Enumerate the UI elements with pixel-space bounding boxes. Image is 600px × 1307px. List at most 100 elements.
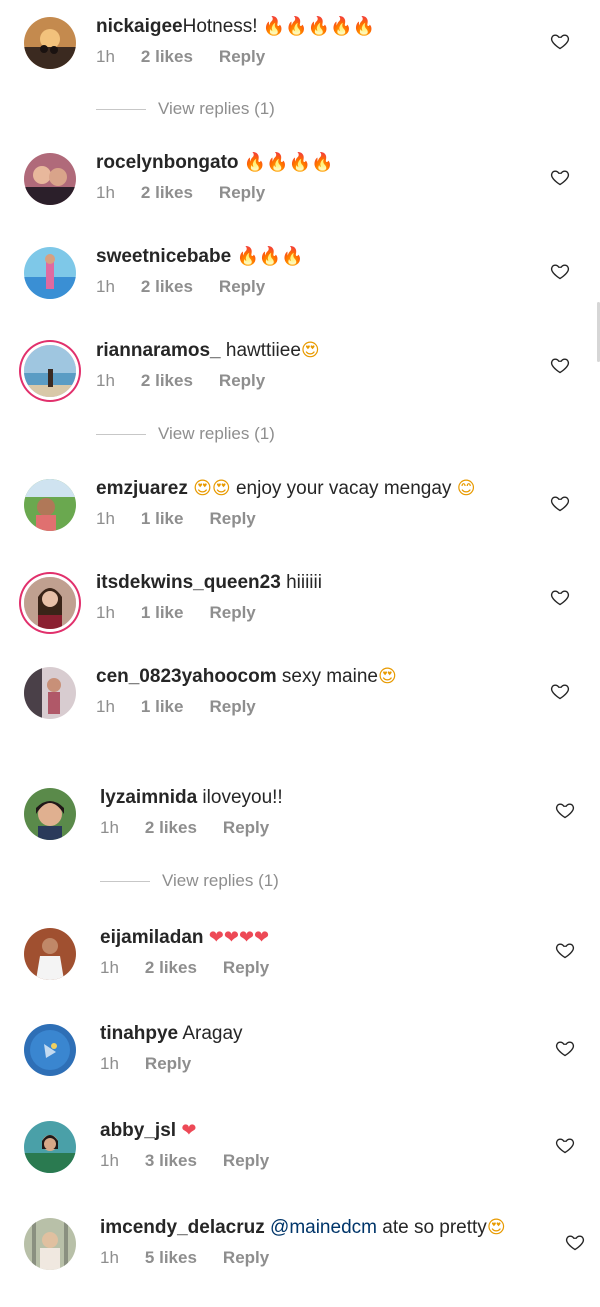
avatar[interactable]	[24, 345, 76, 397]
comment-item: tinahpye Aragay 1h Reply	[0, 1021, 600, 1101]
comment-item: itsdekwins_queen23 hiiiiii 1h 1 like Reply	[0, 570, 600, 650]
comment-item: rocelynbongato 🔥🔥🔥🔥 1h 2 likes Reply	[0, 150, 600, 230]
comment-username[interactable]: imcendy_delacruz	[100, 1217, 265, 1238]
comment-likes[interactable]: 2 likes	[141, 183, 193, 202]
fire-emoji: 🔥🔥🔥🔥	[243, 152, 334, 173]
fire-emoji: 🔥🔥🔥🔥🔥	[262, 16, 375, 37]
comment-time: 1h	[96, 509, 115, 528]
comment-username[interactable]: sweetnicebabe	[96, 246, 231, 267]
heart-outline-icon[interactable]	[550, 493, 570, 513]
comment-username[interactable]: rocelynbongato	[96, 152, 239, 173]
comment-likes[interactable]: 2 likes	[145, 818, 197, 837]
comment-text: enjoy your vacay mengay	[230, 478, 457, 499]
view-replies-link[interactable]: View replies (1)	[100, 871, 279, 893]
view-replies-link[interactable]: View replies (1)	[96, 99, 275, 121]
avatar[interactable]	[24, 1024, 76, 1076]
heart-outline-icon[interactable]	[550, 681, 570, 701]
comment-username[interactable]: cen_0823yahoocom	[96, 666, 277, 687]
comment-time: 1h	[100, 958, 119, 977]
reply-button[interactable]: Reply	[219, 183, 265, 202]
comment-likes[interactable]: 5 likes	[145, 1248, 197, 1267]
comment-item: emzjuarez 😍😍 enjoy your vacay mengay 😊 1…	[0, 476, 600, 556]
comment-time: 1h	[96, 47, 115, 66]
comment-text: ate so pretty	[376, 1217, 487, 1238]
reply-button[interactable]: Reply	[219, 277, 265, 296]
heart-outline-icon[interactable]	[550, 167, 570, 187]
comment-likes[interactable]: 1 like	[141, 697, 184, 716]
heart-outline-icon[interactable]	[565, 1232, 585, 1252]
reply-button[interactable]: Reply	[145, 1054, 191, 1073]
heart-eyes-emoji: 😍😍	[193, 478, 231, 499]
heart-outline-icon[interactable]	[550, 355, 570, 375]
comment-username[interactable]: emzjuarez	[96, 478, 188, 499]
reply-button[interactable]: Reply	[209, 509, 255, 528]
comment-username[interactable]: eijamiladan	[100, 927, 204, 948]
reply-button[interactable]: Reply	[209, 603, 255, 622]
reply-button[interactable]: Reply	[223, 1151, 269, 1170]
comment-time: 1h	[100, 818, 119, 837]
comment-text: Aragay	[178, 1023, 243, 1044]
comment-item: riannaramos_ hawttiiee😍 1h 2 likes Reply	[0, 338, 600, 418]
reply-button[interactable]: Reply	[209, 697, 255, 716]
reply-button[interactable]: Reply	[223, 958, 269, 977]
comment-item: eijamiladan ❤❤❤❤ 1h 2 likes Reply	[0, 925, 600, 1005]
comment-likes[interactable]: 2 likes	[141, 371, 193, 390]
comment-item: nickaigeeHotness! 🔥🔥🔥🔥🔥 1h 2 likes Reply	[0, 14, 600, 94]
comment-likes[interactable]: 2 likes	[141, 277, 193, 296]
comment-time: 1h	[96, 277, 115, 296]
comment-likes[interactable]: 2 likes	[141, 47, 193, 66]
comment-username[interactable]: lyzaimnida	[100, 787, 197, 808]
user-mention[interactable]: @mainedcm	[270, 1217, 377, 1238]
reply-button[interactable]: Reply	[223, 818, 269, 837]
avatar[interactable]	[24, 928, 76, 980]
avatar[interactable]	[24, 667, 76, 719]
heart-eyes-emoji: 😍	[300, 340, 320, 361]
heart-outline-icon[interactable]	[555, 1038, 575, 1058]
comment-likes[interactable]: 3 likes	[145, 1151, 197, 1170]
comment-text: hiiiiii	[280, 572, 322, 593]
reply-button[interactable]: Reply	[223, 1248, 269, 1267]
comment-time: 1h	[100, 1054, 119, 1073]
heart-outline-icon[interactable]	[555, 1135, 575, 1155]
comment-likes[interactable]: 1 like	[141, 509, 184, 528]
comment-username[interactable]: itsdekwins_queen23	[96, 572, 281, 593]
heart-outline-icon[interactable]	[555, 940, 575, 960]
reply-button[interactable]: Reply	[219, 47, 265, 66]
comment-item: lyzaimnida iloveyou!! 1h 2 likes Reply	[0, 785, 600, 865]
comment-time: 1h	[100, 1151, 119, 1170]
avatar[interactable]	[24, 788, 76, 840]
smiling-emoji: 😊	[456, 478, 476, 499]
comment-username[interactable]: tinahpye	[100, 1023, 178, 1044]
comment-likes[interactable]: 1 like	[141, 603, 184, 622]
fire-emoji: 🔥🔥🔥	[236, 246, 304, 267]
comment-item: imcendy_delacruz @mainedcm ate so pretty…	[0, 1215, 600, 1295]
comment-likes[interactable]: 2 likes	[145, 958, 197, 977]
comment-text: hawttiiee	[220, 340, 301, 361]
comment-time: 1h	[96, 603, 115, 622]
red-heart-emoji: ❤❤❤❤	[208, 927, 270, 948]
comment-text: iloveyou!!	[197, 787, 283, 808]
avatar[interactable]	[24, 1121, 76, 1173]
comment-text: Hotness!	[182, 16, 263, 37]
comment-username[interactable]: riannaramos_	[96, 340, 221, 361]
comment-item: sweetnicebabe 🔥🔥🔥 1h 2 likes Reply	[0, 244, 600, 324]
heart-eyes-emoji: 😍	[486, 1217, 506, 1238]
comment-item: cen_0823yahoocom sexy maine😍 1h 1 like Rep…	[0, 664, 600, 744]
avatar[interactable]	[24, 247, 76, 299]
comment-item: abby_jsl ❤ 1h 3 likes Reply	[0, 1118, 600, 1198]
avatar[interactable]	[24, 153, 76, 205]
comment-time: 1h	[96, 371, 115, 390]
heart-outline-icon[interactable]	[550, 31, 570, 51]
heart-outline-icon[interactable]	[550, 261, 570, 281]
avatar[interactable]	[24, 479, 76, 531]
comment-username[interactable]: nickaigee	[96, 16, 183, 37]
view-replies-link[interactable]: View replies (1)	[96, 424, 275, 446]
heart-outline-icon[interactable]	[555, 800, 575, 820]
avatar[interactable]	[24, 577, 76, 629]
comment-username[interactable]: abby_jsl	[100, 1120, 176, 1141]
red-heart-emoji: ❤	[181, 1120, 197, 1141]
reply-button[interactable]: Reply	[219, 371, 265, 390]
heart-outline-icon[interactable]	[550, 587, 570, 607]
avatar[interactable]	[24, 17, 76, 69]
avatar[interactable]	[24, 1218, 76, 1270]
